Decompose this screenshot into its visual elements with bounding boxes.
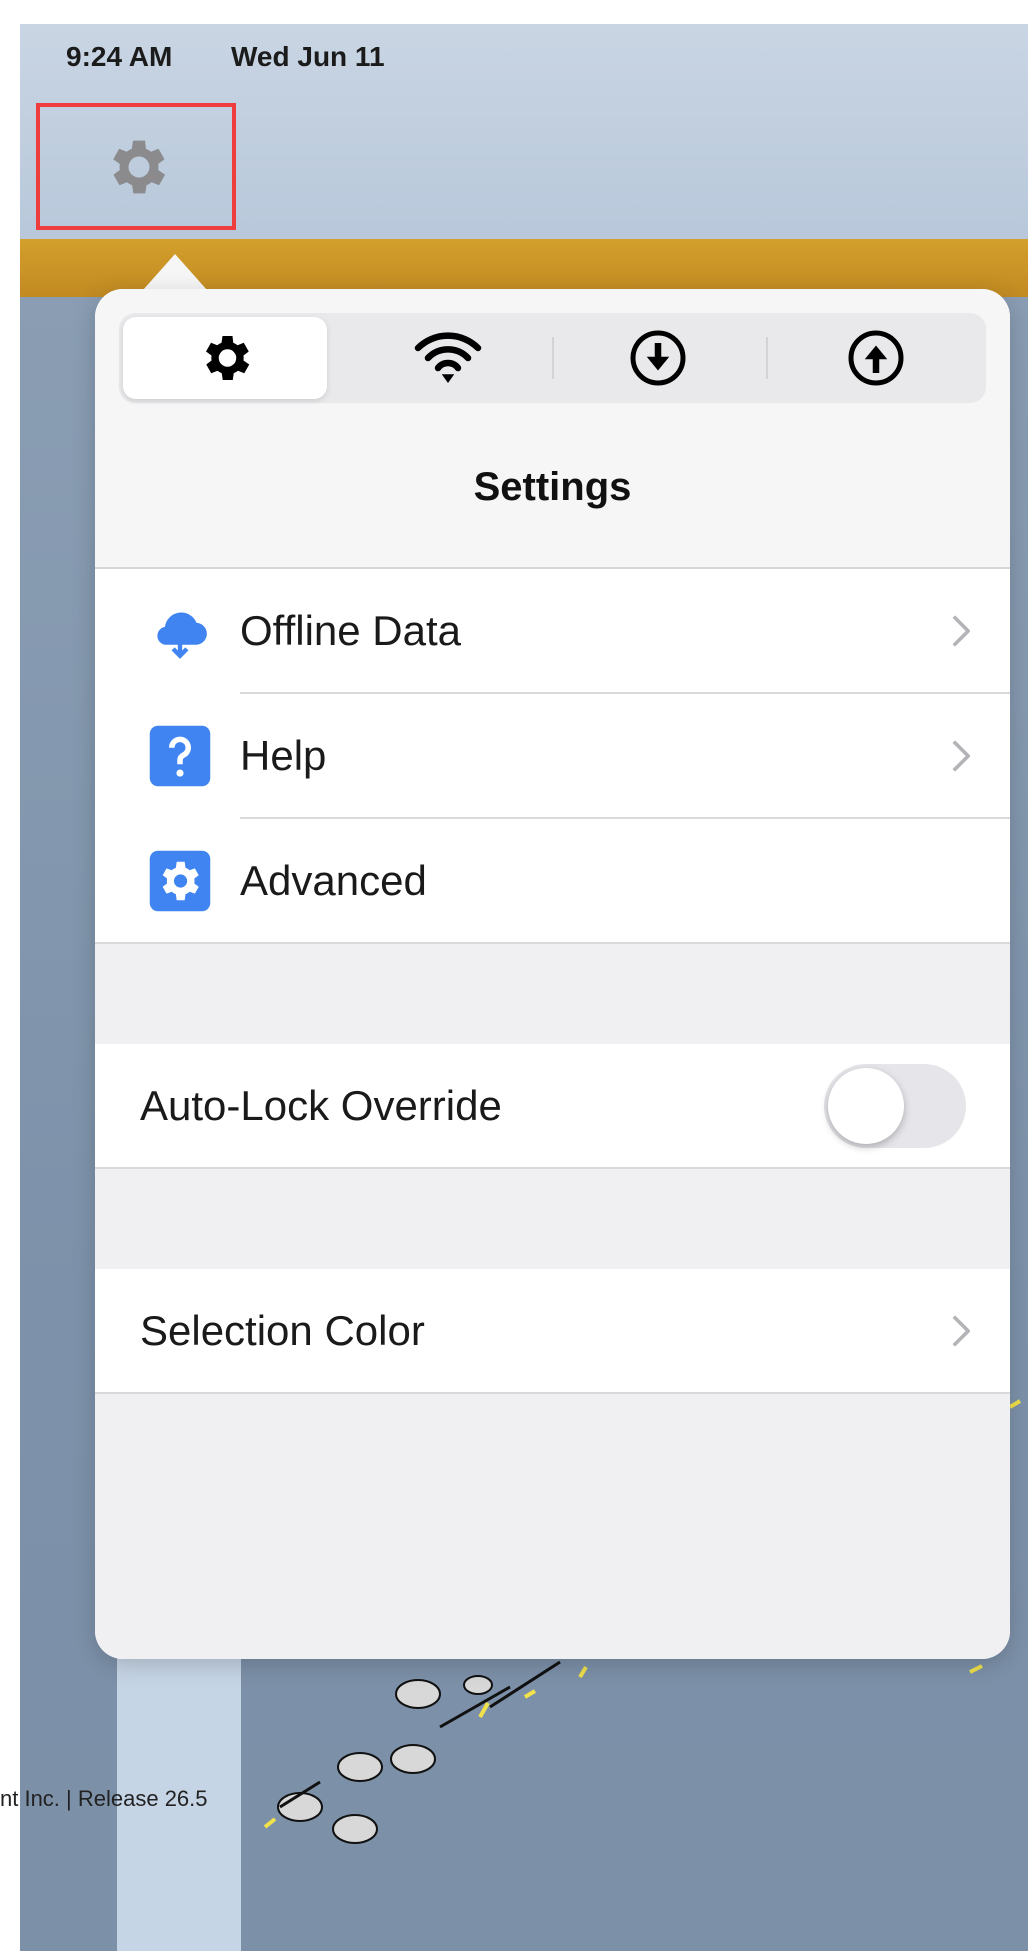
menu-item-label: Help xyxy=(240,731,327,779)
tab-bar xyxy=(119,313,986,403)
tab-network[interactable] xyxy=(346,317,550,399)
status-bar: 9:24 AM Wed Jun 11 xyxy=(20,24,1028,239)
tab-divider xyxy=(552,337,554,379)
tab-settings[interactable] xyxy=(123,317,327,399)
settings-launcher-button[interactable] xyxy=(36,103,236,230)
menu-item-advanced[interactable]: Advanced xyxy=(95,819,1010,942)
popover-empty-area xyxy=(95,1392,1010,1659)
upload-circle-icon xyxy=(848,330,904,386)
toggle-knob xyxy=(828,1068,904,1144)
question-mark-icon xyxy=(147,723,213,789)
popover-header: Settings xyxy=(95,289,1010,569)
auto-lock-toggle[interactable] xyxy=(824,1064,966,1148)
settings-popover: Settings Offline Data Help Advanced Auto… xyxy=(95,289,1010,1659)
cloud-download-icon xyxy=(147,598,213,664)
tab-upload[interactable] xyxy=(774,317,978,399)
menu-item-label: Offline Data xyxy=(240,606,462,654)
device-screen: 9:24 AM Wed Jun 11 Settings Offline Data… xyxy=(20,24,1028,1951)
popover-title: Settings xyxy=(473,465,632,509)
selection-color-label: Selection Color xyxy=(140,1306,425,1354)
popover-arrow xyxy=(143,254,207,290)
menu-item-help[interactable]: Help xyxy=(95,694,1010,817)
gear-icon xyxy=(206,336,250,380)
settings-box-icon xyxy=(147,848,213,914)
tab-download[interactable] xyxy=(556,317,760,399)
gear-icon xyxy=(113,140,166,193)
chevron-right-icon xyxy=(952,1269,970,1392)
status-date: Wed Jun 11 xyxy=(231,41,385,72)
menu-item-selection-color[interactable]: Selection Color xyxy=(95,1269,1010,1392)
section-gap xyxy=(95,1167,1010,1271)
auto-lock-row: Auto-Lock Override xyxy=(95,1044,1010,1167)
footer-copyright: nt Inc. | Release 26.5 xyxy=(0,1786,208,1811)
status-time: 9:24 AM xyxy=(66,41,173,72)
section-gap xyxy=(95,942,1010,1046)
chevron-right-icon xyxy=(952,694,970,817)
tab-divider xyxy=(766,337,768,379)
wifi-icon xyxy=(414,332,482,383)
menu-item-label: Advanced xyxy=(240,856,427,904)
download-circle-icon xyxy=(630,330,686,386)
auto-lock-label: Auto-Lock Override xyxy=(140,1081,502,1129)
menu-item-offline-data[interactable]: Offline Data xyxy=(95,569,1010,692)
chevron-right-icon xyxy=(952,569,970,692)
